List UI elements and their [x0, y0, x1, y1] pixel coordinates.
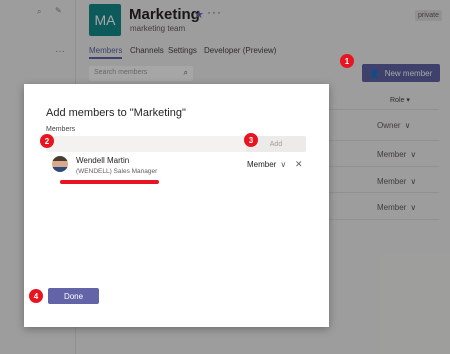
callout-badge-3: 3 [244, 133, 258, 147]
member-avatar [52, 156, 68, 172]
remove-member-close-icon[interactable]: ✕ [295, 159, 303, 170]
callout-badge-4: 4 [29, 289, 43, 303]
done-button[interactable]: Done [48, 288, 99, 304]
member-name: Wendell Martin [76, 156, 130, 165]
highlight-underline [60, 180, 159, 184]
dialog-title: Add members to "Marketing" [46, 107, 186, 119]
chevron-down-icon: ∨ [280, 160, 287, 169]
add-members-dialog: Add members to "Marketing" Members Add W… [24, 84, 329, 327]
callout-badge-1: 1 [340, 54, 354, 68]
member-role-dropdown[interactable]: Member ∨ [247, 160, 286, 169]
callout-badge-2: 2 [40, 134, 54, 148]
member-role-value: Member [247, 160, 277, 169]
member-title: (WENDELL) Sales Manager [76, 168, 158, 175]
members-label: Members [46, 126, 76, 133]
